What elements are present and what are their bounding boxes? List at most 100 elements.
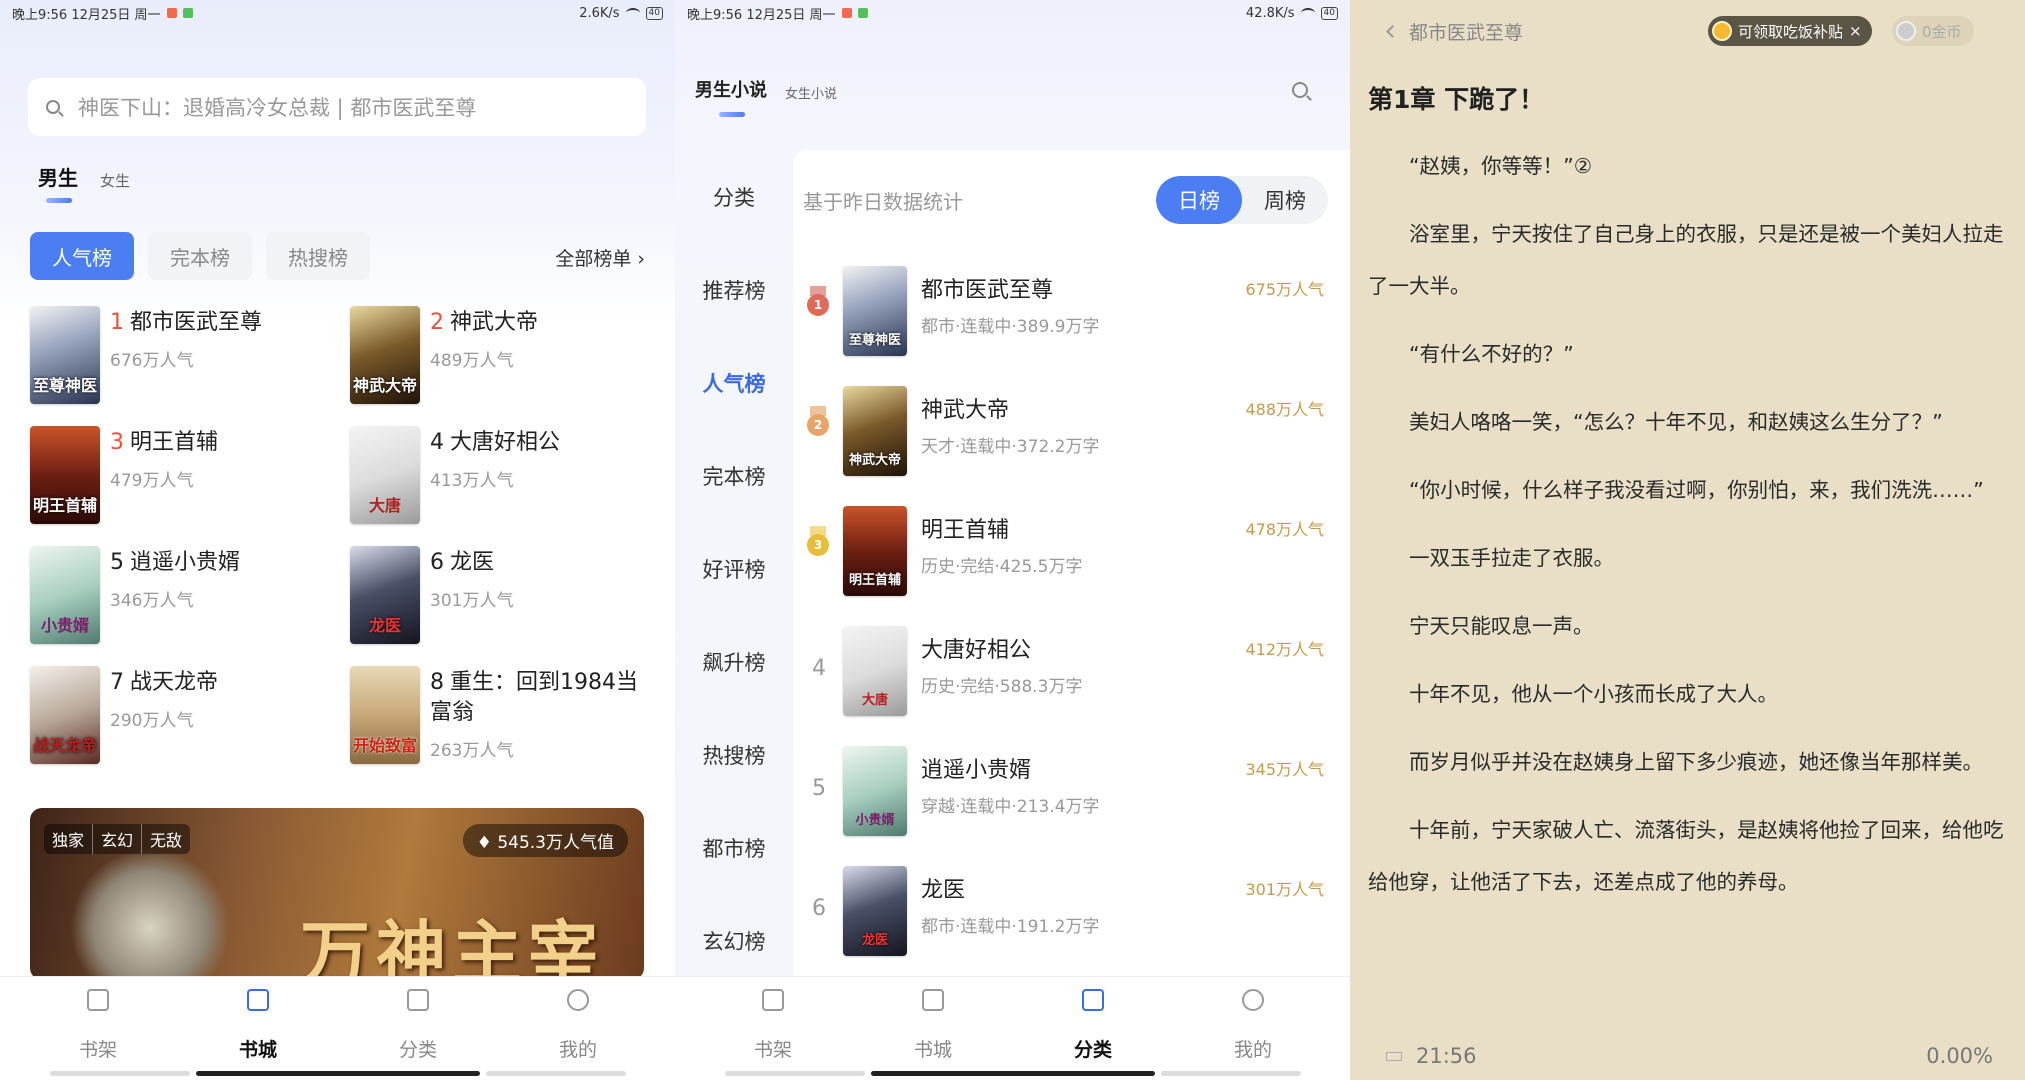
nav-bookshelf[interactable]: 书架 — [58, 989, 138, 1062]
paragraph: “你小时候，什么样子我没看过啊，你别怕，来，我们洗洗……” — [1409, 478, 1984, 502]
nav-profile[interactable]: 我的 — [1213, 989, 1293, 1062]
sidebar-item-completed[interactable]: 完本榜 — [675, 429, 793, 522]
book-item[interactable]: 至尊神医 1 都市医武至尊 676万人气 — [30, 306, 330, 404]
nav-bookstore[interactable]: 书城 — [218, 989, 298, 1062]
nav-bar — [1161, 1071, 1301, 1076]
book-item[interactable]: 神武大帝 2 神武大帝 489万人气 — [350, 306, 650, 404]
ranking-row[interactable]: 5 小贵婿 逍遥小贵婿 穿越·连载中·213.4万字 345万人气 — [793, 746, 1350, 856]
chapter-text[interactable]: “赵姨，你等等！”② 浴室里，宁天按住了自己身上的衣服，只是还是被一个美妇人拉走… — [1368, 140, 2008, 924]
book-popularity: 413万人气 — [430, 471, 514, 491]
sidebar-item-fantasy[interactable]: 玄幻榜 — [675, 894, 793, 987]
search-icon — [1292, 82, 1308, 98]
book-title: 神武大帝 — [450, 310, 539, 335]
promo-banner[interactable]: 独家 玄幻 无敌 ♦ 545.3万人气值 万神主宰 — [30, 808, 644, 980]
book-popularity: 346万人气 — [110, 591, 194, 611]
book-popularity: 301万人气 — [1245, 880, 1324, 899]
book-item[interactable]: 明王首辅 3 明王首辅 479万人气 — [30, 426, 330, 524]
book-rank: 8 — [430, 670, 444, 695]
sidebar-item-hot-search[interactable]: 热搜榜 — [675, 708, 793, 801]
book-rank: 2 — [430, 310, 444, 335]
search-bar[interactable]: 神医下山：退婚高冷女总裁 | 都市医武至尊 — [28, 78, 646, 136]
profile-icon — [1242, 989, 1264, 1011]
close-icon[interactable]: × — [1849, 22, 1862, 40]
status-time: 晚上9:56 12月25日 周一 — [687, 7, 836, 23]
tab-indicator — [46, 198, 72, 203]
category-icon — [1082, 989, 1104, 1011]
ranking-row[interactable]: 2 神武大帝 神武大帝 天才·连载中·372.2万字 488万人气 — [793, 386, 1350, 496]
book-cover: 至尊神医 — [843, 266, 907, 356]
book-popularity: 345万人气 — [1245, 760, 1324, 779]
tab-male[interactable]: 男生 — [38, 162, 78, 191]
tab-male-novels[interactable]: 男生小说 — [695, 76, 767, 102]
sidebar-item-recommend[interactable]: 推荐榜 — [675, 243, 793, 336]
gender-tabs: 男生 女生 — [38, 162, 130, 191]
gold-coins[interactable]: 0金币 — [1892, 16, 1974, 46]
book-title: 明王首辅 — [130, 430, 219, 455]
book-cover: 明王首辅 — [843, 506, 907, 596]
book-item[interactable]: 小贵婿 5 逍遥小贵婿 346万人气 — [30, 546, 330, 644]
tab-hot-search[interactable]: 热搜榜 — [266, 232, 370, 280]
battery-icon: 40 — [1320, 6, 1338, 20]
tab-female[interactable]: 女生 — [100, 170, 130, 191]
ranking-row[interactable]: 6 龙医 龙医 都市·连载中·191.2万字 301万人气 — [793, 866, 1350, 976]
book-item[interactable]: 战天龙帝 7 战天龙帝 290万人气 — [30, 666, 330, 764]
book-title: 大唐好相公 — [921, 638, 1032, 663]
status-bar: 晚上9:56 12月25日 周一 2.6K/s 40 — [0, 0, 675, 26]
all-lists-link[interactable]: 全部榜单 › — [555, 244, 645, 271]
book-popularity: 263万人气 — [430, 741, 514, 761]
reader-screen: 都市医武至尊 可领取吃饭补贴 × 0金币 第1章 下跪了！ “赵姨，你等等！”②… — [1350, 0, 2025, 1080]
banner-artwork — [70, 848, 230, 980]
ranking-row[interactable]: 3 明王首辅 明王首辅 历史·完结·425.5万字 478万人气 — [793, 506, 1350, 616]
book-item[interactable]: 龙医 6 龙医 301万人气 — [350, 546, 650, 644]
category-sidebar: 分类 推荐榜 人气榜 完本榜 好评榜 飙升榜 热搜榜 都市榜 玄幻榜 — [675, 150, 793, 987]
paragraph: 十年前，宁天家破人亡、流落街头，是赵姨将他捡了回来，给他吃给他穿，让他活了下去，… — [1368, 818, 2004, 894]
search-button[interactable] — [1292, 82, 1326, 98]
book-cover: 战天龙帝 — [30, 666, 100, 764]
nav-profile[interactable]: 我的 — [538, 989, 618, 1062]
book-popularity: 676万人气 — [110, 351, 194, 371]
nav-bar — [50, 1071, 190, 1076]
book-popularity: 478万人气 — [1245, 520, 1324, 539]
nav-category[interactable]: 分类 — [1053, 989, 1133, 1062]
network-speed: 42.8K/s — [1245, 5, 1295, 21]
app-notification-icon — [857, 8, 868, 18]
book-title: 龙医 — [450, 550, 495, 575]
ranking-row[interactable]: 4 大唐 大唐好相公 历史·完结·588.3万字 412万人气 — [793, 626, 1350, 736]
book-popularity: 290万人气 — [110, 711, 194, 731]
book-popularity: 301万人气 — [430, 591, 514, 611]
book-title: 逍遥小贵婿 — [921, 758, 1032, 783]
subsidy-pill[interactable]: 可领取吃饭补贴 × — [1708, 16, 1872, 46]
sidebar-item-popularity[interactable]: 人气榜 — [675, 336, 793, 429]
sidebar-item-category[interactable]: 分类 — [675, 150, 793, 243]
home-indicator — [196, 1071, 480, 1076]
ranking-list: 基于昨日数据统计 日榜 周榜 1 至尊神医 都市医武至尊 都市·连载中·389.… — [793, 150, 1350, 976]
tab-female-novels[interactable]: 女生小说 — [785, 83, 837, 102]
banner-tags: 独家 玄幻 无敌 — [44, 824, 191, 854]
sidebar-item-rising[interactable]: 飙升榜 — [675, 615, 793, 708]
weekly-tab[interactable]: 周榜 — [1242, 176, 1328, 224]
home-indicator — [871, 1071, 1155, 1076]
chapter-title: 第1章 下跪了！ — [1368, 85, 1545, 114]
book-cover: 大唐 — [350, 426, 420, 524]
nav-bookshelf[interactable]: 书架 — [733, 989, 813, 1062]
chevron-left-icon — [1386, 25, 1399, 38]
daily-tab[interactable]: 日榜 — [1156, 176, 1242, 224]
back-button[interactable]: 都市医武至尊 — [1386, 18, 1523, 45]
tab-completed[interactable]: 完本榜 — [148, 232, 252, 280]
reader-time: 21:56 — [1416, 1044, 1477, 1068]
battery-icon: 40 — [645, 6, 663, 20]
sidebar-item-urban[interactable]: 都市榜 — [675, 801, 793, 894]
profile-icon — [567, 989, 589, 1011]
book-item[interactable]: 开始致富 8 重生：回到1984当富翁 263万人气 — [350, 666, 650, 764]
nav-category[interactable]: 分类 — [378, 989, 458, 1062]
notification-icon — [841, 8, 852, 18]
tab-popularity[interactable]: 人气榜 — [30, 232, 134, 280]
ranking-row[interactable]: 1 至尊神医 都市医武至尊 都市·连载中·389.9万字 675万人气 — [793, 266, 1350, 376]
tab-indicator — [719, 112, 745, 117]
coin-icon — [1712, 21, 1732, 41]
status-time: 晚上9:56 12月25日 周一 — [12, 7, 161, 23]
sidebar-item-rated[interactable]: 好评榜 — [675, 522, 793, 615]
nav-bookstore[interactable]: 书城 — [893, 989, 973, 1062]
book-item[interactable]: 大唐 4 大唐好相公 413万人气 — [350, 426, 650, 524]
book-meta: 都市·连载中·191.2万字 — [921, 917, 1100, 937]
